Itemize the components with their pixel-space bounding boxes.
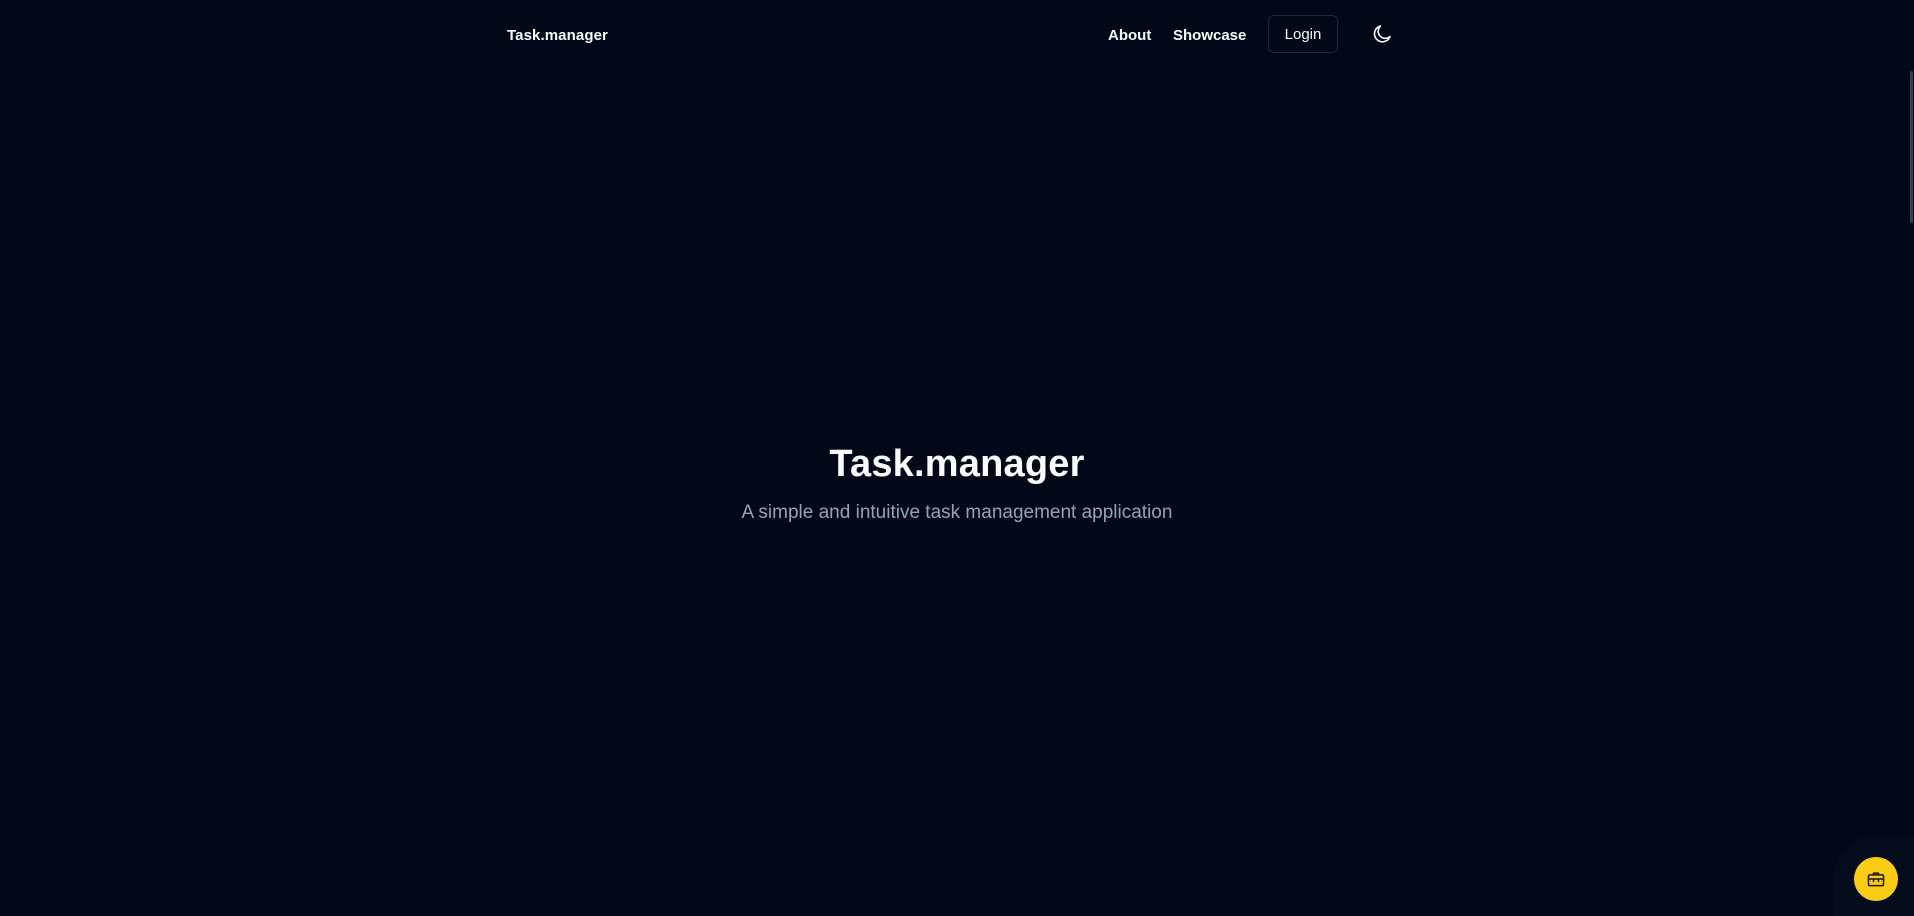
scrollbar-thumb[interactable] xyxy=(1910,71,1913,223)
theme-toggle-button[interactable] xyxy=(1370,22,1394,46)
navbar: Task.manager About Showcase Login xyxy=(0,0,1914,72)
login-button[interactable]: Login xyxy=(1268,15,1338,53)
moon-icon xyxy=(1373,25,1391,43)
nav-link-about[interactable]: About xyxy=(1108,26,1151,46)
page: Task.manager About Showcase Login Task.m… xyxy=(0,0,1914,916)
floating-action-button[interactable] xyxy=(1854,857,1898,901)
toolbox-icon xyxy=(1867,872,1885,887)
hero-subtitle: A simple and intuitive task management a… xyxy=(741,502,1173,523)
scrollbar[interactable] xyxy=(1908,0,1914,916)
hero-section: Task.manager A simple and intuitive task… xyxy=(0,440,1914,526)
hero-title: Task.manager xyxy=(829,443,1085,485)
nav-link-showcase[interactable]: Showcase xyxy=(1173,26,1246,46)
brand-logo[interactable]: Task.manager xyxy=(507,26,608,46)
